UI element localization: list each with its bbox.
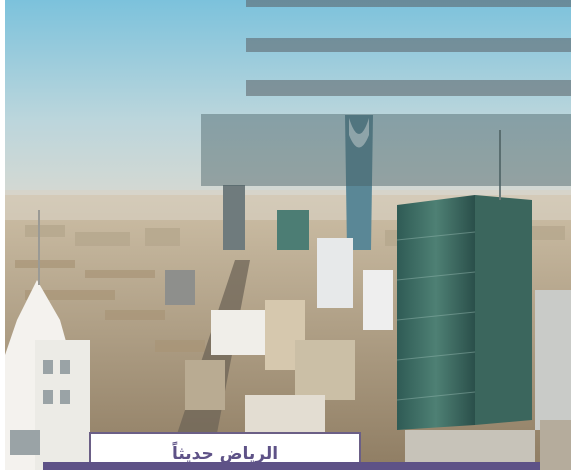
overlay-bar-2 xyxy=(246,38,571,52)
riyadh-skyline-photo xyxy=(5,0,571,470)
overlay-bar-3 xyxy=(246,80,571,96)
page-frame: الرياض حديثاً xyxy=(0,0,571,470)
overlay-bar-top xyxy=(246,0,571,7)
bottom-band xyxy=(43,462,540,470)
photo-caption: الرياض حديثاً xyxy=(171,444,279,464)
overlay-box xyxy=(201,114,571,186)
